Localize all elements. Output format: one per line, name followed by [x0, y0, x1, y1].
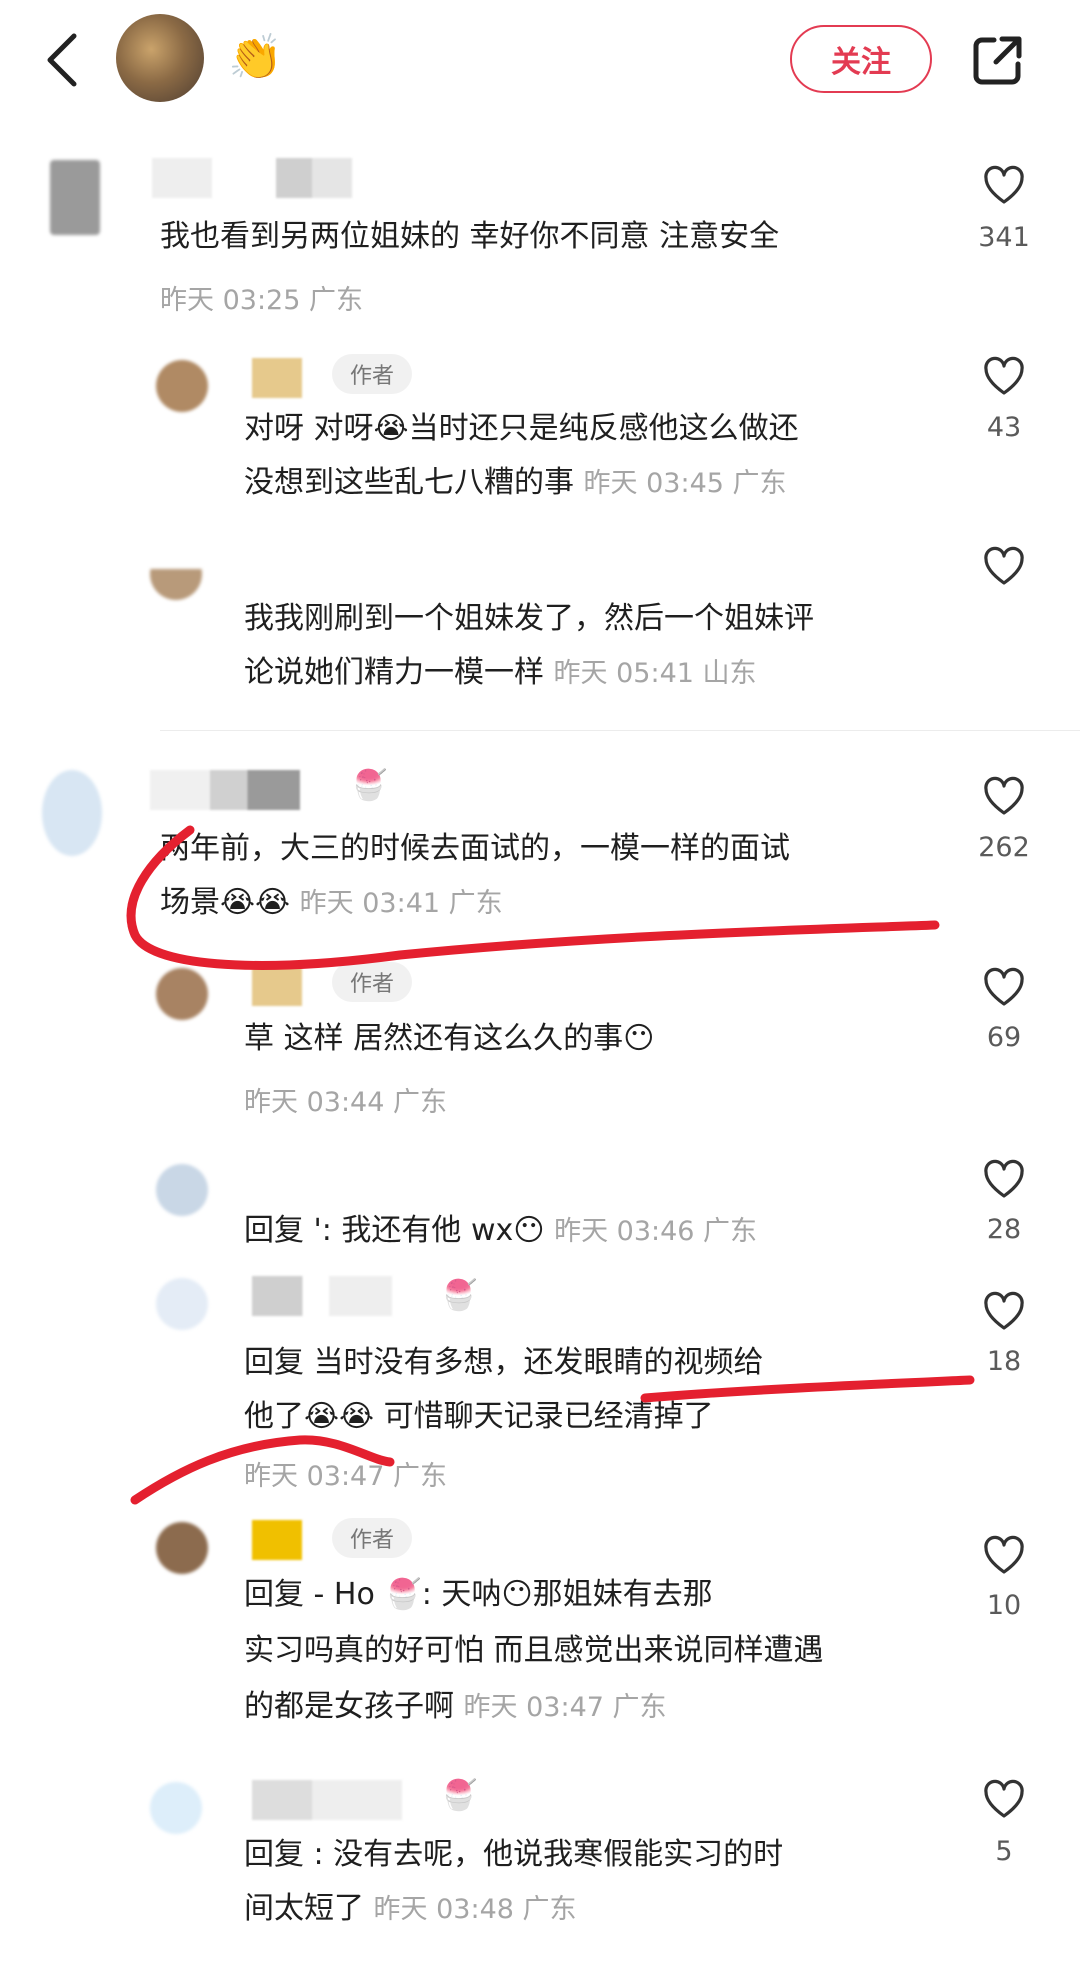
comment-text: 我我刚刷到一个姐妹发了，然后一个姐妹评	[244, 601, 814, 636]
comment-text-line: 回复 ': 我还有他 wx😶	[244, 1213, 545, 1248]
commenter-avatar[interactable]	[50, 160, 100, 235]
like-count: 5	[995, 1836, 1013, 1867]
comment-text: 间太短了 昨天 03:48 广东	[244, 1882, 577, 1937]
heart-icon[interactable]	[982, 1778, 1026, 1822]
comment-text: 回复 ': 我还有他 wx😶 昨天 03:46 广东	[244, 1204, 757, 1259]
comment-text: 没想到这些乱七八糟的事 昨天 03:45 广东	[244, 456, 787, 511]
like-count: 18	[986, 1346, 1022, 1377]
comment-text-line: 场景😭😭	[160, 885, 291, 920]
commenter-name[interactable]	[150, 770, 300, 810]
commenter-avatar[interactable]	[156, 1278, 208, 1330]
comment-text: 场景😭😭 昨天 03:41 广东	[160, 876, 503, 931]
comment-text: 两年前，大三的时候去面试的，一模一样的面试	[160, 831, 790, 866]
comment-text: 论说她们精力一模一样 昨天 05:41 山东	[244, 646, 757, 701]
back-icon[interactable]	[40, 30, 84, 90]
author-badge: 作者	[332, 354, 412, 394]
heart-icon[interactable]	[982, 1290, 1026, 1334]
comment-text: 草 这样 居然还有这么久的事😶	[244, 1021, 655, 1056]
heart-icon[interactable]	[982, 966, 1026, 1010]
comment-text-line: 间太短了	[244, 1891, 364, 1926]
heart-icon[interactable]	[982, 1158, 1026, 1202]
comment-text: 对呀 对呀😭当时还只是纯反感他这么做还	[244, 411, 799, 446]
heart-icon[interactable]	[982, 164, 1026, 208]
commenter-name[interactable]	[252, 1276, 392, 1316]
like-count: 262	[978, 832, 1030, 863]
commenter-avatar[interactable]	[150, 1782, 202, 1834]
like-count: 10	[986, 1590, 1022, 1621]
author-badge: 作者	[332, 1518, 412, 1558]
shaved-ice-emoji: 🍧	[440, 1778, 478, 1813]
comment-meta: 昨天 05:41 山东	[553, 658, 757, 689]
comment-text-line: 论说她们精力一模一样	[244, 655, 544, 690]
shaved-ice-emoji: 🍧	[440, 1278, 478, 1313]
thread-divider	[160, 730, 1080, 731]
commenter-name[interactable]	[252, 1780, 402, 1820]
comment-text: 我也看到另两位姐妹的 幸好你不同意 注意安全	[160, 219, 780, 254]
commenter-avatar[interactable]	[156, 360, 208, 412]
commenter-name[interactable]	[252, 966, 302, 1006]
commenter-avatar[interactable]	[42, 770, 102, 856]
comment-text: 回复 - Ho 🍧: 天呐😶那姐妹有去那	[244, 1577, 713, 1612]
heart-icon[interactable]	[982, 355, 1026, 399]
like-count: 28	[986, 1214, 1022, 1245]
comment-meta: 昨天 03:45 广东	[583, 468, 787, 499]
commenter-name[interactable]	[152, 158, 352, 198]
commenter-avatar[interactable]	[156, 1522, 208, 1574]
comment-meta: 昨天 03:46 广东	[554, 1216, 758, 1247]
heart-icon[interactable]	[982, 1534, 1026, 1578]
author-avatar[interactable]	[116, 14, 204, 102]
comment-text: 回复 当时没有多想，还发眼睛的视频给	[244, 1345, 764, 1380]
like-count: 341	[978, 222, 1030, 253]
commenter-avatar[interactable]	[150, 548, 202, 600]
like-count: 69	[986, 1022, 1022, 1053]
comment-text: 的都是女孩子啊 昨天 03:47 广东	[244, 1680, 667, 1735]
heart-icon[interactable]	[982, 545, 1026, 589]
comment-meta: 昨天 03:41 广东	[299, 888, 503, 919]
comment-text-line: 没想到这些乱七八糟的事	[244, 465, 574, 500]
like-count: 43	[986, 412, 1022, 443]
share-icon[interactable]	[972, 34, 1024, 86]
commenter-avatar[interactable]	[156, 968, 208, 1020]
commenter-name[interactable]	[252, 358, 302, 398]
comment-text: 他了😭😭 可惜聊天记录已经清掉了	[244, 1399, 714, 1434]
clap-emoji: 👏	[228, 32, 283, 83]
comment-text: 实习吗真的好可怕 而且感觉出来说同样遭遇	[244, 1633, 824, 1668]
commenter-name[interactable]	[252, 1520, 302, 1560]
comment-meta: 昨天 03:47 广东	[244, 1461, 447, 1492]
heart-icon[interactable]	[982, 775, 1026, 819]
commenter-avatar[interactable]	[156, 1164, 208, 1216]
follow-button[interactable]: 关注	[790, 25, 932, 93]
author-badge: 作者	[332, 962, 412, 1002]
comment-meta: 昨天 03:47 广东	[463, 1692, 667, 1723]
comment-text-line: 的都是女孩子啊	[244, 1689, 454, 1724]
comment-text: 回复 : 没有去呢，他说我寒假能实习的时	[244, 1837, 784, 1872]
comment-meta: 昨天 03:44 广东	[244, 1087, 447, 1118]
shaved-ice-emoji: 🍧	[350, 768, 388, 803]
comment-meta: 昨天 03:48 广东	[373, 1894, 577, 1925]
comment-meta: 昨天 03:25 广东	[160, 285, 363, 316]
